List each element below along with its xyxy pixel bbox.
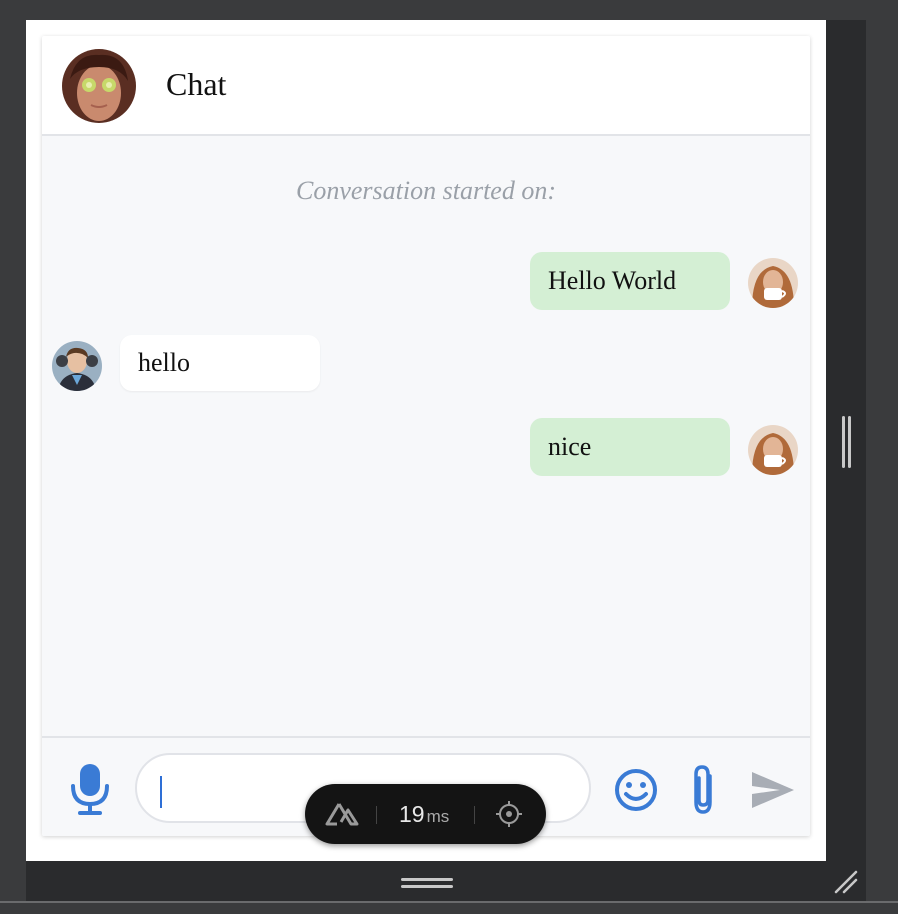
user-avatar[interactable] bbox=[748, 258, 798, 308]
render-time-value: 19 bbox=[399, 801, 425, 827]
paperclip-icon bbox=[694, 765, 712, 814]
text-caret bbox=[160, 776, 162, 808]
contact-avatar[interactable] bbox=[62, 49, 136, 123]
devtools-panel: 19 ms bbox=[305, 784, 546, 844]
send-button[interactable] bbox=[750, 770, 796, 810]
emoji-icon bbox=[615, 769, 657, 811]
resize-grip-icon bbox=[834, 870, 858, 894]
vertical-resize-handle[interactable] bbox=[840, 416, 854, 470]
attach-button[interactable] bbox=[688, 764, 722, 816]
message-text: Hello World bbox=[548, 266, 677, 295]
message-bubble-outgoing: nice bbox=[530, 418, 730, 476]
message-bubble-incoming: hello bbox=[120, 335, 320, 391]
contact-message-avatar[interactable] bbox=[52, 341, 102, 391]
message-text: hello bbox=[138, 348, 190, 377]
devtools-divider bbox=[376, 806, 377, 824]
horizontal-resize-handle[interactable] bbox=[401, 876, 453, 890]
message-text: nice bbox=[548, 432, 592, 461]
send-icon bbox=[752, 772, 794, 808]
chat-header: Chat bbox=[42, 36, 810, 136]
user-avatar[interactable] bbox=[748, 425, 798, 475]
window-bottom-edge bbox=[0, 901, 898, 903]
microphone-icon bbox=[71, 764, 109, 815]
render-time[interactable]: 19 ms bbox=[399, 801, 449, 828]
nuxt-logo-icon[interactable] bbox=[325, 800, 359, 828]
conversation-started-label: Conversation started on: bbox=[296, 176, 556, 205]
corner-resize-grip[interactable] bbox=[832, 868, 860, 896]
microphone-button[interactable] bbox=[68, 762, 112, 816]
message-bubble-outgoing: Hello World bbox=[530, 252, 730, 310]
crosshair-icon[interactable] bbox=[496, 801, 522, 827]
chat-window: Chat Conversation started on: Hello Worl… bbox=[42, 36, 810, 836]
render-time-unit: ms bbox=[426, 807, 450, 826]
devtools-divider bbox=[474, 806, 475, 824]
chat-title: Chat bbox=[166, 66, 227, 102]
app-frame: Chat Conversation started on: Hello Worl… bbox=[0, 0, 898, 914]
emoji-button[interactable] bbox=[614, 768, 658, 812]
